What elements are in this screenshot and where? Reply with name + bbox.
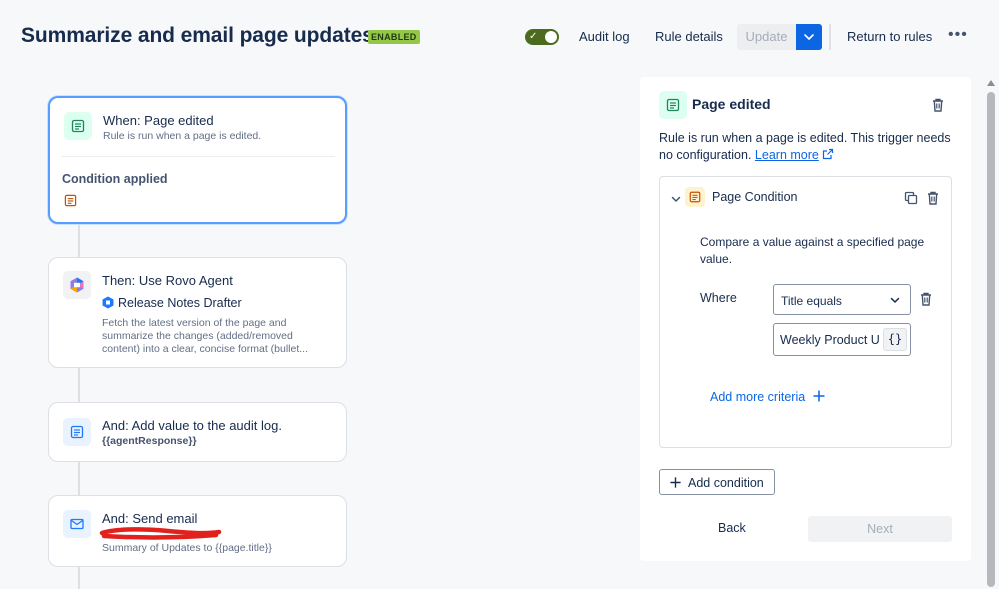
check-icon: ✓ xyxy=(529,31,538,42)
page-title: Summarize and email page updates xyxy=(21,24,374,47)
add-condition-label: Add condition xyxy=(688,476,764,490)
agent-description: Fetch the latest version of the page and… xyxy=(102,317,309,355)
trash-icon xyxy=(928,191,938,205)
trigger-config-panel: Page edited Rule is run when a page is e… xyxy=(640,77,971,561)
next-button[interactable]: Next xyxy=(808,516,952,542)
return-to-rules-button[interactable]: Return to rules xyxy=(847,29,932,44)
trigger-title: When: Page edited xyxy=(103,113,214,128)
delete-trigger-button[interactable] xyxy=(930,97,946,113)
page-icon xyxy=(659,91,687,119)
trash-icon xyxy=(921,292,931,306)
page-scrollbar[interactable] xyxy=(986,77,996,589)
status-badge: ENABLED xyxy=(368,30,420,44)
flow-connector xyxy=(78,222,80,258)
condition-description: Compare a value against a specified page… xyxy=(700,235,925,266)
back-button[interactable]: Back xyxy=(718,521,746,535)
scroll-up-arrow-icon[interactable] xyxy=(987,80,995,86)
delete-condition-button[interactable] xyxy=(925,190,941,206)
collapse-condition-button[interactable] xyxy=(668,191,684,207)
update-dropdown-button[interactable] xyxy=(796,24,822,50)
panel-description: Rule is run when a page is edited. This … xyxy=(659,130,959,164)
toggle-knob xyxy=(545,31,557,43)
header-divider xyxy=(829,24,831,50)
agent-action-title: Then: Use Rovo Agent xyxy=(102,273,233,288)
rule-details-link[interactable]: Rule details xyxy=(655,29,723,44)
where-label: Where xyxy=(700,291,737,305)
agent-hex-icon xyxy=(102,296,114,314)
chevron-down-icon xyxy=(804,34,814,40)
field-select-value: Title equals xyxy=(781,294,842,308)
page-header: Summarize and email page updates ENABLED… xyxy=(0,0,999,74)
field-select[interactable]: Title equals xyxy=(773,284,911,315)
audit-action-title: And: Add value to the audit log. xyxy=(102,418,282,433)
chevron-down-icon xyxy=(890,297,900,303)
flow-connector xyxy=(78,368,80,403)
agent-name: Release Notes Drafter xyxy=(118,296,242,310)
add-more-criteria-label: Add more criteria xyxy=(710,390,806,404)
smart-value-button[interactable]: {} xyxy=(883,328,907,351)
page-condition-box: Page Condition Compare a value against a… xyxy=(659,176,952,448)
plus-icon xyxy=(813,390,825,402)
add-condition-button[interactable]: Add condition xyxy=(659,469,775,495)
send-email-card[interactable]: And: Send email Summary of Updates to {{… xyxy=(48,495,347,567)
condition-title: Page Condition xyxy=(712,190,798,204)
scrollbar-thumb[interactable] xyxy=(987,92,995,587)
delete-criteria-button[interactable] xyxy=(918,291,934,307)
mail-icon xyxy=(63,510,91,538)
condition-applied-label: Condition applied xyxy=(62,172,168,186)
condition-value-input[interactable]: Weekly Product Updates {} xyxy=(773,323,911,356)
panel-title: Page edited xyxy=(692,96,771,112)
audit-log-card[interactable]: And: Add value to the audit log. {{agent… xyxy=(48,402,347,462)
chevron-down-icon xyxy=(671,196,681,202)
external-link-icon[interactable] xyxy=(822,148,834,160)
card-divider xyxy=(62,156,335,157)
red-annotation-scribble xyxy=(99,527,222,540)
email-subject: Summary of Updates to {{page.title}} xyxy=(102,542,272,554)
audit-log-link[interactable]: Audit log xyxy=(579,29,630,44)
plus-icon xyxy=(670,477,681,488)
update-button[interactable]: Update xyxy=(737,24,796,50)
page-condition-icon xyxy=(685,187,705,207)
more-actions-button[interactable]: ••• xyxy=(948,26,968,46)
page-condition-icon xyxy=(64,194,77,212)
page-icon xyxy=(64,112,92,140)
trash-icon xyxy=(933,98,943,112)
audit-value: {{agentResponse}} xyxy=(102,435,197,447)
add-more-criteria-link[interactable]: Add more criteria xyxy=(710,389,826,404)
trigger-subtitle: Rule is run when a page is edited. xyxy=(103,130,262,142)
flow-connector xyxy=(78,567,80,589)
audit-log-icon xyxy=(63,418,91,446)
rovo-agent-card[interactable]: Then: Use Rovo Agent Release Notes Draft… xyxy=(48,257,347,368)
rule-enabled-toggle[interactable]: ✓ xyxy=(525,29,559,45)
learn-more-link[interactable]: Learn more xyxy=(755,148,819,162)
rovo-icon xyxy=(63,271,91,299)
condition-value-text: Weekly Product Updates xyxy=(780,333,880,347)
trigger-card[interactable]: When: Page edited Rule is run when a pag… xyxy=(48,96,347,224)
flow-connector xyxy=(78,462,80,496)
copy-icon xyxy=(904,191,918,205)
copy-condition-button[interactable] xyxy=(903,190,919,206)
